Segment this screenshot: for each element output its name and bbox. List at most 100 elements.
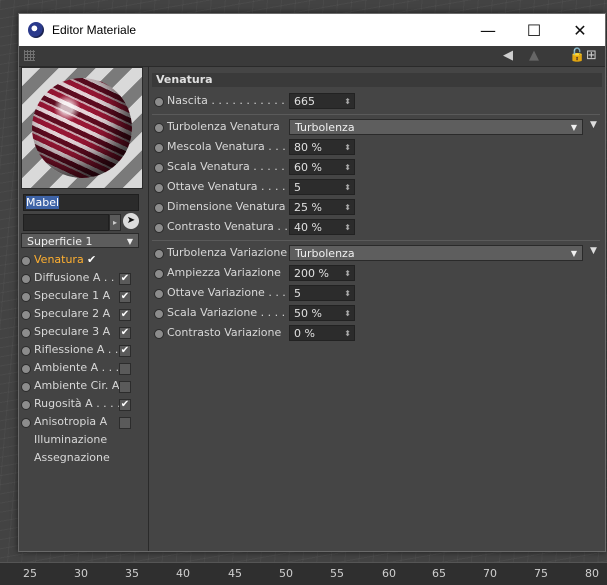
channel-checkbox[interactable]: ✔ [119, 399, 131, 411]
dimensione-venatura-input[interactable]: 25 % ⬍ [289, 199, 355, 215]
timeline-tick: 45 [228, 567, 242, 580]
channel-checkbox[interactable]: ✔ [119, 345, 131, 357]
keyframe-dot-icon[interactable] [154, 143, 164, 153]
forward-arrow-icon[interactable]: ▲ [529, 48, 539, 63]
channel-label: Anisotropia A [34, 415, 108, 428]
param-ottave-venatura: Ottave Venatura . . . . . 5 ⬍ [154, 178, 600, 196]
channel-checkbox[interactable] [119, 363, 131, 375]
keyframe-dot-icon[interactable] [21, 400, 31, 410]
path-field[interactable] [23, 214, 109, 231]
spinner-icon[interactable]: ⬍ [344, 306, 351, 322]
keyframe-dot-icon[interactable] [154, 289, 164, 299]
back-arrow-icon[interactable]: ◀ [503, 48, 513, 63]
keyframe-dot-icon[interactable] [21, 292, 31, 302]
mescola-venatura-input[interactable]: 80 % ⬍ [289, 139, 355, 155]
keyframe-dot-icon[interactable] [154, 183, 164, 193]
channel-item-ambiente[interactable]: Ambiente A . . . . [21, 360, 145, 376]
channel-item-assegnazione[interactable]: Assegnazione [21, 450, 145, 466]
channel-checkbox[interactable]: ✔ [119, 291, 131, 303]
surface-dropdown[interactable]: Superficie 1 ▼ [21, 233, 139, 248]
divider [152, 114, 600, 115]
expand-triangle-icon[interactable]: ▼ [590, 246, 597, 256]
channel-item-illuminazione[interactable]: Illuminazione [21, 432, 145, 448]
ottave-venatura-input[interactable]: 5 ⬍ [289, 179, 355, 195]
keyframe-dot-icon[interactable] [154, 249, 164, 259]
channel-label: Diffusione A . . [34, 271, 115, 284]
spinner-icon[interactable]: ⬍ [344, 180, 351, 196]
lock-icon[interactable]: 🔓 [569, 48, 585, 63]
path-menu-button[interactable]: ▸ [109, 214, 121, 231]
scala-variazione-input[interactable]: 50 % ⬍ [289, 305, 355, 321]
param-value: 665 [294, 95, 315, 108]
param-scala-variazione: Scala Variazione . . . . . 50 % ⬍ [154, 304, 600, 322]
channel-label: Speculare 3 A [34, 325, 111, 338]
channel-checkbox[interactable] [119, 417, 131, 429]
keyframe-dot-icon[interactable] [154, 329, 164, 339]
ampiezza-variazione-input[interactable]: 200 % ⬍ [289, 265, 355, 281]
keyframe-dot-icon[interactable] [21, 310, 31, 320]
spinner-icon[interactable]: ⬍ [344, 266, 351, 282]
spinner-icon[interactable]: ⬍ [344, 94, 351, 110]
minimize-button[interactable]: — [465, 14, 511, 46]
param-nascita: Nascita . . . . . . . . . . . . . 665 ⬍ [154, 92, 600, 110]
keyframe-dot-icon[interactable] [21, 274, 31, 284]
expand-triangle-icon[interactable]: ▼ [590, 120, 597, 130]
material-name-field[interactable]: Mabel [23, 194, 139, 211]
turbolenza-venatura-dropdown[interactable]: Turbolenza ▼ [289, 119, 583, 135]
maximize-button[interactable]: ☐ [511, 14, 557, 46]
ottave-variazione-input[interactable]: 5 ⬍ [289, 285, 355, 301]
channel-checkbox[interactable]: ✔ [119, 273, 131, 285]
spinner-icon[interactable]: ⬍ [344, 140, 351, 156]
new-window-icon[interactable]: ⊞ [586, 48, 597, 63]
spinner-icon[interactable]: ⬍ [344, 326, 351, 342]
channel-item-speculare3[interactable]: Speculare 3 A ✔ [21, 324, 145, 340]
keyframe-dot-icon[interactable] [154, 163, 164, 173]
chevron-down-icon: ▼ [570, 123, 577, 132]
contrasto-variazione-input[interactable]: 0 % ⬍ [289, 325, 355, 341]
keyframe-dot-icon[interactable] [154, 97, 164, 107]
turbolenza-variazione-dropdown[interactable]: Turbolenza ▼ [289, 245, 583, 261]
nascita-input[interactable]: 665 ⬍ [289, 93, 355, 109]
keyframe-dot-icon[interactable] [154, 203, 164, 213]
channel-item-riflessione[interactable]: Riflessione A . . ✔ [21, 342, 145, 358]
timeline-tick: 35 [125, 567, 139, 580]
material-preview[interactable] [21, 67, 143, 189]
channel-item-speculare2[interactable]: Speculare 2 A ✔ [21, 306, 145, 322]
pick-cursor-icon[interactable]: ➤ [123, 213, 139, 229]
channel-item-venatura[interactable]: Venatura ✔ [21, 252, 145, 268]
spinner-icon[interactable]: ⬍ [344, 200, 351, 216]
keyframe-dot-icon[interactable] [21, 418, 31, 428]
spinner-icon[interactable]: ⬍ [344, 160, 351, 176]
keyframe-dot-icon[interactable] [21, 382, 31, 392]
keyframe-dot-icon[interactable] [21, 346, 31, 356]
scala-venatura-input[interactable]: 60 % ⬍ [289, 159, 355, 175]
grip-icon[interactable] [24, 50, 35, 61]
channel-checkbox[interactable]: ✔ [119, 309, 131, 321]
keyframe-dot-icon[interactable] [154, 269, 164, 279]
channel-checkbox[interactable]: ✔ [119, 327, 131, 339]
param-turbolenza-venatura: Turbolenza Venatura Turbolenza ▼ ▼ [154, 118, 600, 136]
spinner-icon[interactable]: ⬍ [344, 220, 351, 236]
channel-item-speculare1[interactable]: Speculare 1 A ✔ [21, 288, 145, 304]
checkmark-icon[interactable]: ✔ [87, 252, 96, 268]
timeline-ruler[interactable]: 25 30 35 40 45 50 55 60 65 70 75 80 [0, 562, 607, 585]
channel-checkbox[interactable] [119, 381, 131, 393]
channel-item-anisotropia[interactable]: Anisotropia A [21, 414, 145, 430]
window-titlebar[interactable]: Editor Materiale — ☐ ✕ [19, 14, 605, 46]
contrasto-venatura-input[interactable]: 40 % ⬍ [289, 219, 355, 235]
attributes-panel: Venatura Nascita . . . . . . . . . . . .… [150, 67, 605, 551]
param-value: 60 % [294, 161, 322, 174]
spinner-icon[interactable]: ⬍ [344, 286, 351, 302]
keyframe-dot-icon[interactable] [21, 364, 31, 374]
timeline-tick: 50 [279, 567, 293, 580]
channel-item-diffusione[interactable]: Diffusione A . . ✔ [21, 270, 145, 286]
keyframe-dot-icon[interactable] [154, 309, 164, 319]
keyframe-dot-icon[interactable] [154, 123, 164, 133]
keyframe-dot-icon[interactable] [21, 256, 31, 266]
keyframe-dot-icon[interactable] [21, 328, 31, 338]
channel-item-ambiente-cir[interactable]: Ambiente Cir. A [21, 378, 145, 394]
channel-panel: Mabel ▸ ➤ Superficie 1 ▼ Venatura ✔ Diff… [19, 67, 149, 551]
keyframe-dot-icon[interactable] [154, 223, 164, 233]
close-button[interactable]: ✕ [557, 14, 603, 46]
channel-item-rugosita[interactable]: Rugosità A . . . . ✔ [21, 396, 145, 412]
